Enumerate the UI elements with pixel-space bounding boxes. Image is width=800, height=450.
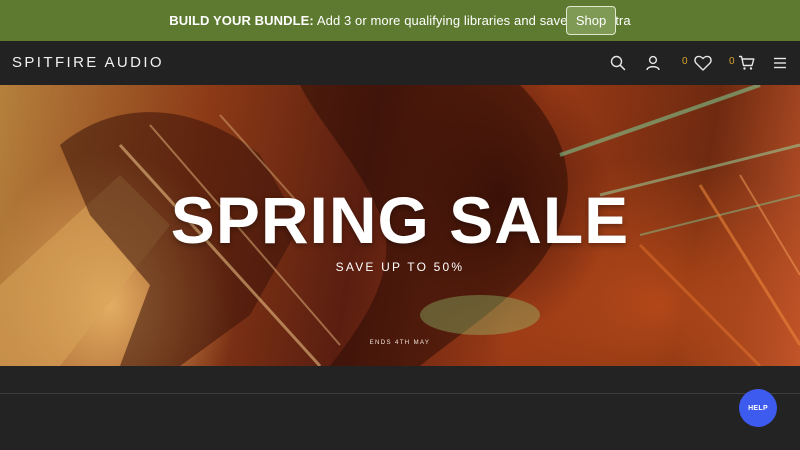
site-logo[interactable]: SPITFIRE AUDIO bbox=[12, 54, 164, 71]
shop-button[interactable]: Shop bbox=[566, 6, 616, 35]
cart-icon[interactable] bbox=[735, 52, 757, 74]
help-button[interactable]: HELP bbox=[739, 389, 777, 427]
cart-count: 0 bbox=[729, 56, 735, 67]
hero-banner[interactable]: SPRING SALE SAVE UP TO 50% ENDS 4TH MAY bbox=[0, 85, 800, 366]
promo-bold: BUILD YOUR BUNDLE: bbox=[169, 13, 314, 28]
hero-end-date: ENDS 4TH MAY bbox=[369, 340, 431, 346]
hero-subtitle: SAVE UP TO 50% bbox=[335, 260, 465, 274]
section-divider bbox=[0, 393, 800, 394]
search-icon[interactable] bbox=[607, 52, 629, 74]
user-icon[interactable] bbox=[642, 52, 664, 74]
menu-icon[interactable] bbox=[769, 52, 791, 74]
promo-bar: BUILD YOUR BUNDLE: Add 3 or more qualify… bbox=[0, 0, 800, 41]
heart-icon[interactable] bbox=[692, 52, 714, 74]
top-navbar: SPITFIRE AUDIO 0 0 bbox=[0, 41, 800, 85]
wishlist-count: 0 bbox=[682, 56, 688, 67]
content-area bbox=[0, 366, 800, 450]
hero-title: SPRING SALE bbox=[170, 183, 630, 257]
promo-text: BUILD YOUR BUNDLE: Add 3 or more qualify… bbox=[169, 13, 630, 28]
